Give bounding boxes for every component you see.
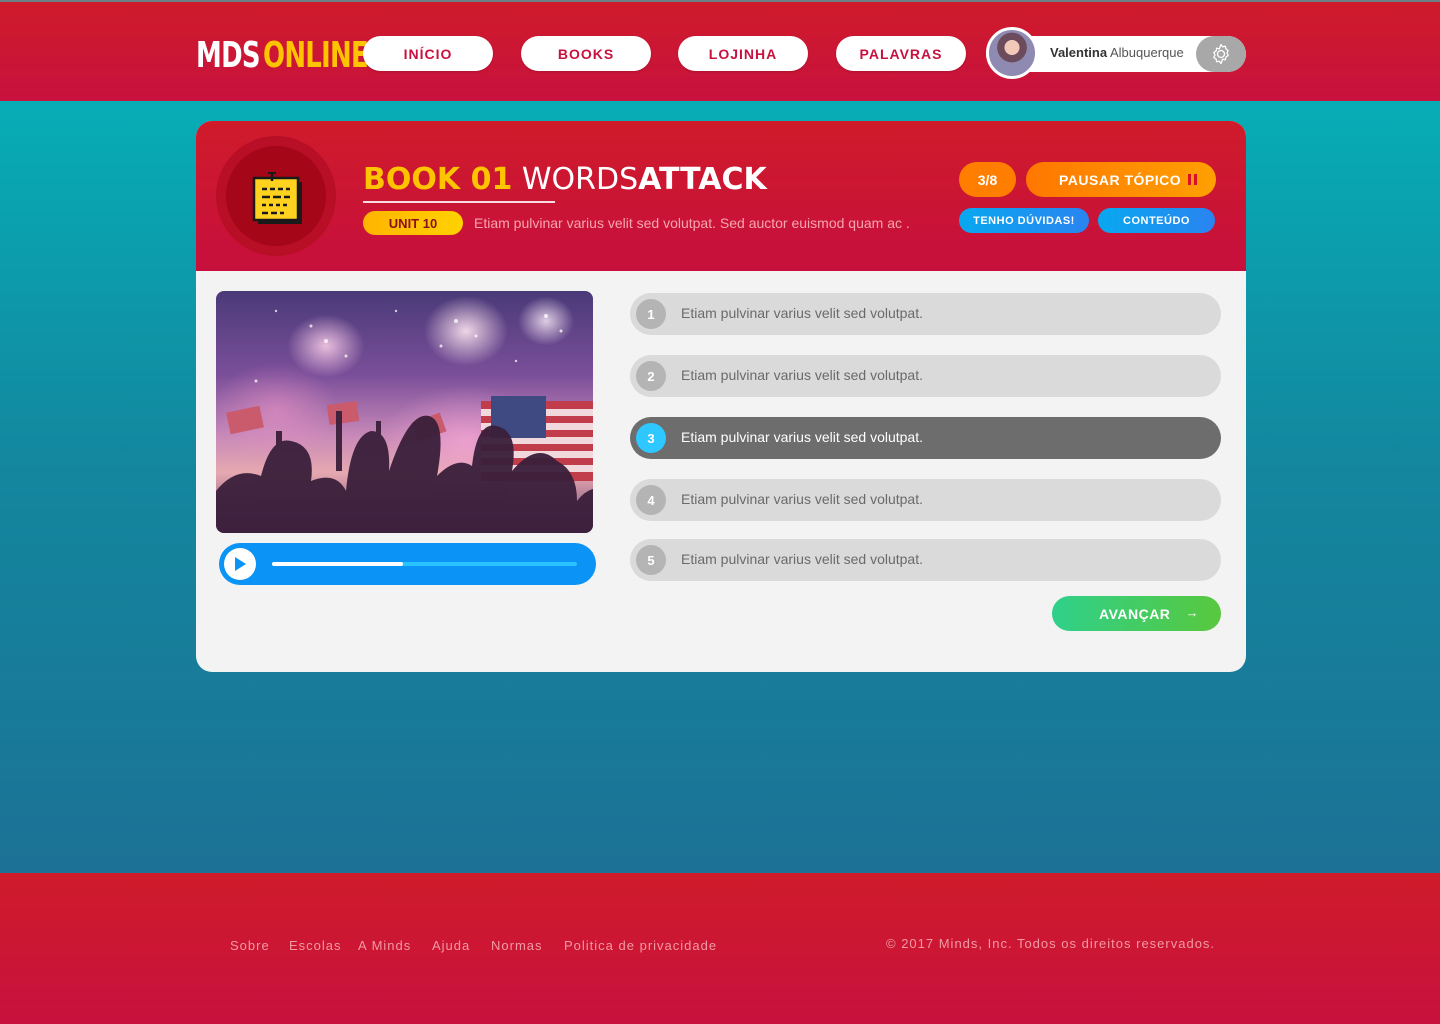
nav-lojinha-button[interactable]: LOJINHA [678,36,808,71]
option-number: 4 [636,485,666,515]
advance-button[interactable]: AVANÇAR → [1052,596,1221,631]
logo-text-part2: ONLINE [263,35,369,76]
answer-option-5[interactable]: 5 Etiam pulvinar varius velit sed volutp… [630,539,1221,581]
page-footer: Sobre Escolas A Minds Ajuda Normas Polit… [0,873,1440,1024]
audio-progress-fill [272,562,404,566]
option-number: 5 [636,545,666,575]
unit-description: Etiam pulvinar varius velit sed volutpat… [474,215,910,231]
settings-button[interactable] [1196,36,1246,72]
footer-link-normas[interactable]: Normas [491,938,543,953]
logo-text-part1: MDS [196,35,261,76]
option-number: 3 [636,423,666,453]
crowd-silhouette-image [216,309,593,533]
content-button[interactable]: CONTEÚDO [1098,208,1215,233]
have-doubts-button[interactable]: TENHO DÚVIDAS! [959,208,1089,233]
lesson-title-attack: ATTACK [638,162,767,197]
footer-link-ajuda[interactable]: Ajuda [432,938,470,953]
lesson-title-words: WORDS [521,162,639,197]
play-icon [235,557,246,571]
advance-label: AVANÇAR [1099,605,1171,622]
nav-books-button[interactable]: BOOKS [521,36,651,71]
option-text: Etiam pulvinar varius velit sed volutpat… [681,367,923,383]
answer-option-3[interactable]: 3 Etiam pulvinar varius velit sed volutp… [630,417,1221,459]
footer-link-escolas[interactable]: Escolas [289,938,342,953]
pause-topic-label: PAUSAR TÓPICO [1059,171,1182,188]
answer-option-1[interactable]: 1 Etiam pulvinar varius velit sed volutp… [630,293,1221,335]
user-first-name: Valentina [1050,45,1108,60]
lesson-title-book: BOOK 01 [363,162,513,197]
arrow-right-icon: → [1185,605,1199,620]
user-last-name: Albuquerque [1109,45,1184,60]
sticky-note-icon [252,172,302,224]
option-text: Etiam pulvinar varius velit sed volutpat… [681,429,923,445]
nav-inicio-button[interactable]: INÍCIO [363,36,493,71]
option-text: Etiam pulvinar varius velit sed volutpat… [681,305,923,321]
gear-icon [1213,43,1229,65]
unit-badge: UNIT 10 [363,211,463,235]
lesson-image [216,291,593,533]
topic-progress-badge: 3/8 [959,162,1016,197]
option-text: Etiam pulvinar varius velit sed volutpat… [681,551,923,567]
pause-icon [1188,174,1197,185]
audio-progress-track[interactable] [272,562,577,566]
lesson-card: BOOK 01 WORDSATTACK UNIT 10 Etiam pulvin… [196,121,1246,672]
audio-player [219,543,596,585]
option-number: 1 [636,299,666,329]
play-button[interactable] [224,548,256,580]
lesson-header: BOOK 01 WORDSATTACK UNIT 10 Etiam pulvin… [196,121,1246,271]
answer-option-4[interactable]: 4 Etiam pulvinar varius velit sed volutp… [630,479,1221,521]
answer-option-2[interactable]: 2 Etiam pulvinar varius velit sed volutp… [630,355,1221,397]
nav-palavras-button[interactable]: PALAVRAS [836,36,966,71]
user-avatar[interactable] [986,27,1038,79]
lesson-title: BOOK 01 WORDSATTACK [363,165,767,195]
footer-link-a-minds[interactable]: A Minds [358,938,411,953]
copyright-text: © 2017 Minds, Inc. Todos os direitos res… [886,936,1216,951]
footer-link-sobre[interactable]: Sobre [230,938,270,953]
footer-link-privacy[interactable]: Politica de privacidade [564,938,717,953]
option-text: Etiam pulvinar varius velit sed volutpat… [681,491,923,507]
title-underline [363,201,555,203]
user-name[interactable]: Valentina Albuquerque [1050,45,1184,60]
pause-topic-button[interactable]: PAUSAR TÓPICO [1026,162,1216,197]
option-number: 2 [636,361,666,391]
top-navigation-bar: MDS ONLINE INÍCIO BOOKS LOJINHA PALAVRAS… [0,0,1440,101]
